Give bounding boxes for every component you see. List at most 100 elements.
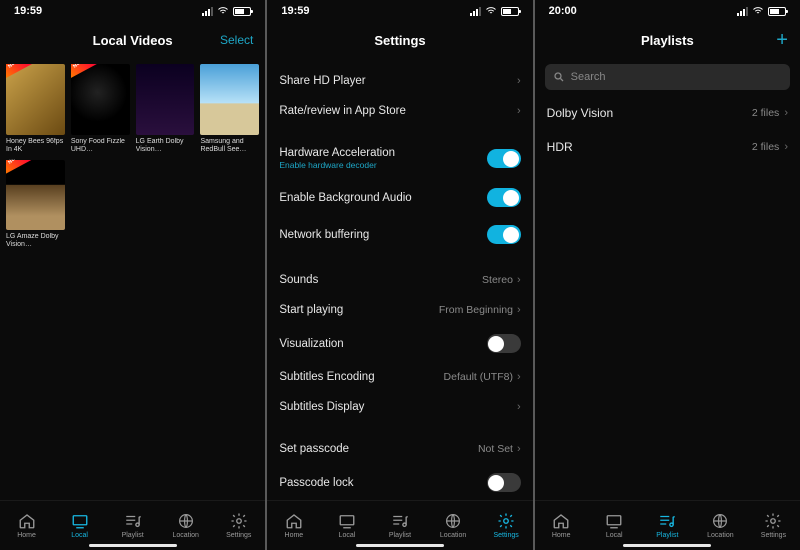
settings-row[interactable]: Visualization <box>267 325 532 362</box>
nav-bar: Playlists + <box>535 22 800 58</box>
chevron-right-icon: › <box>784 141 788 153</box>
video-item[interactable]: Sony Food Fizzle UHD… <box>71 64 130 154</box>
row-label: Network buffering <box>279 229 369 241</box>
settings-row[interactable]: Network buffering <box>267 216 532 253</box>
settings-row[interactable]: Passcode lock <box>267 464 532 500</box>
video-item[interactable]: Samsung and RedBull See… <box>200 64 259 154</box>
page-title: Playlists <box>641 33 694 48</box>
tab-location[interactable]: Location <box>698 512 742 539</box>
search-input[interactable]: Search <box>545 64 790 90</box>
row-label: Sounds <box>279 274 318 286</box>
tab-label: Location <box>440 532 466 539</box>
row-value: Not Set› <box>478 443 521 455</box>
tab-settings[interactable]: Settings <box>484 512 528 539</box>
video-item[interactable]: LG Earth Dolby Vision… <box>136 64 195 154</box>
playlist-name: Dolby Vision <box>547 106 613 120</box>
chevron-right-icon: › <box>517 401 521 413</box>
toggle-switch[interactable] <box>487 188 521 207</box>
battery-icon <box>501 7 519 16</box>
video-title: Samsung and RedBull See… <box>200 138 259 154</box>
toggle-switch[interactable] <box>487 473 521 492</box>
row-label: Share HD Player <box>279 75 365 87</box>
playlist-row[interactable]: Dolby Vision2 files› <box>535 96 800 130</box>
video-thumbnail <box>136 64 195 135</box>
tab-home[interactable]: Home <box>5 512 49 539</box>
tab-local[interactable]: Local <box>592 512 636 539</box>
tab-label: Settings <box>226 532 251 539</box>
video-title: LG Amaze Dolby Vision… <box>6 233 65 249</box>
battery-icon <box>768 7 786 16</box>
tab-bar: Home Local Playlist Location Settings <box>535 500 800 550</box>
tab-local[interactable]: Local <box>58 512 102 539</box>
wifi-icon <box>217 5 229 17</box>
toggle-switch[interactable] <box>487 225 521 244</box>
settings-row[interactable]: Subtitles Encoding Default (UTF8)› <box>267 362 532 392</box>
tab-location[interactable]: Location <box>164 512 208 539</box>
tab-label: Local <box>606 532 623 539</box>
row-value: Stereo› <box>482 274 521 286</box>
status-time: 19:59 <box>281 5 309 17</box>
home-indicator[interactable] <box>356 544 444 548</box>
row-label: Hardware Acceleration <box>279 147 395 159</box>
tab-settings[interactable]: Settings <box>751 512 795 539</box>
tab-playlist[interactable]: Playlist <box>111 512 155 539</box>
settings-row[interactable]: Share HD Player › <box>267 66 532 96</box>
status-bar: 20:00 <box>535 0 800 22</box>
signal-icon <box>737 7 748 16</box>
video-item[interactable]: Honey Bees 96fps In 4K <box>6 64 65 154</box>
video-grid: Honey Bees 96fps In 4K Sony Food Fizzle U… <box>0 58 265 255</box>
search-placeholder: Search <box>571 71 606 83</box>
tab-home[interactable]: Home <box>539 512 583 539</box>
chevron-right-icon: › <box>517 274 521 286</box>
tab-label: Playlist <box>122 532 144 539</box>
home-indicator[interactable] <box>89 544 177 548</box>
toggle-switch[interactable] <box>487 334 521 353</box>
playlist-row[interactable]: HDR2 files› <box>535 130 800 164</box>
settings-row[interactable]: Sounds Stereo› <box>267 265 532 295</box>
chevron-right-icon: › <box>517 75 521 87</box>
tab-label: Playlist <box>389 532 411 539</box>
screen-playlists: 20:00 Playlists + Search Dolby Vision2 f… <box>535 0 800 550</box>
video-title: Sony Food Fizzle UHD… <box>71 138 130 154</box>
row-label: Rate/review in App Store <box>279 105 406 117</box>
search-icon <box>553 71 565 83</box>
row-label: Enable Background Audio <box>279 192 411 204</box>
chevron-right-icon: › <box>517 304 521 316</box>
add-playlist-button[interactable]: + <box>776 22 788 58</box>
tab-label: Settings <box>493 532 518 539</box>
tab-label: Local <box>339 532 356 539</box>
toggle-switch[interactable] <box>487 149 521 168</box>
tab-local[interactable]: Local <box>325 512 369 539</box>
tab-playlist[interactable]: Playlist <box>378 512 422 539</box>
video-item[interactable]: LG Amaze Dolby Vision… <box>6 160 65 250</box>
tab-settings[interactable]: Settings <box>217 512 261 539</box>
settings-list[interactable]: Share HD Player›Rate/review in App Store… <box>267 58 532 500</box>
settings-group: Set passcodeNot Set›Passcode lock <box>267 434 532 500</box>
tab-home[interactable]: Home <box>272 512 316 539</box>
row-value: Default (UTF8)› <box>444 371 521 383</box>
settings-row[interactable]: Subtitles Display› <box>267 392 532 422</box>
tab-label: Home <box>552 532 571 539</box>
status-indicators <box>470 5 519 17</box>
settings-row[interactable]: Rate/review in App Store › <box>267 96 532 126</box>
signal-icon <box>202 7 213 16</box>
new-badge-icon <box>71 64 97 78</box>
home-indicator[interactable] <box>623 544 711 548</box>
row-value: From Beginning› <box>439 304 521 316</box>
video-thumbnail <box>6 160 65 231</box>
status-indicators <box>202 5 251 17</box>
status-bar: 19:59 <box>0 0 265 22</box>
tab-location[interactable]: Location <box>431 512 475 539</box>
video-title: Honey Bees 96fps In 4K <box>6 138 65 154</box>
settings-group: Share HD Player›Rate/review in App Store… <box>267 66 532 126</box>
settings-row[interactable]: Enable Background Audio <box>267 179 532 216</box>
chevron-right-icon: › <box>517 105 521 117</box>
row-label: Subtitles Encoding <box>279 371 374 383</box>
tab-playlist[interactable]: Playlist <box>645 512 689 539</box>
select-button[interactable]: Select <box>220 22 253 58</box>
tab-bar: Home Local Playlist Location Settings <box>0 500 265 550</box>
row-label: Visualization <box>279 338 343 350</box>
settings-row[interactable]: Start playingFrom Beginning› <box>267 295 532 325</box>
settings-row[interactable]: Set passcodeNot Set› <box>267 434 532 464</box>
settings-row[interactable]: Hardware AccelerationEnable hardware dec… <box>267 138 532 179</box>
